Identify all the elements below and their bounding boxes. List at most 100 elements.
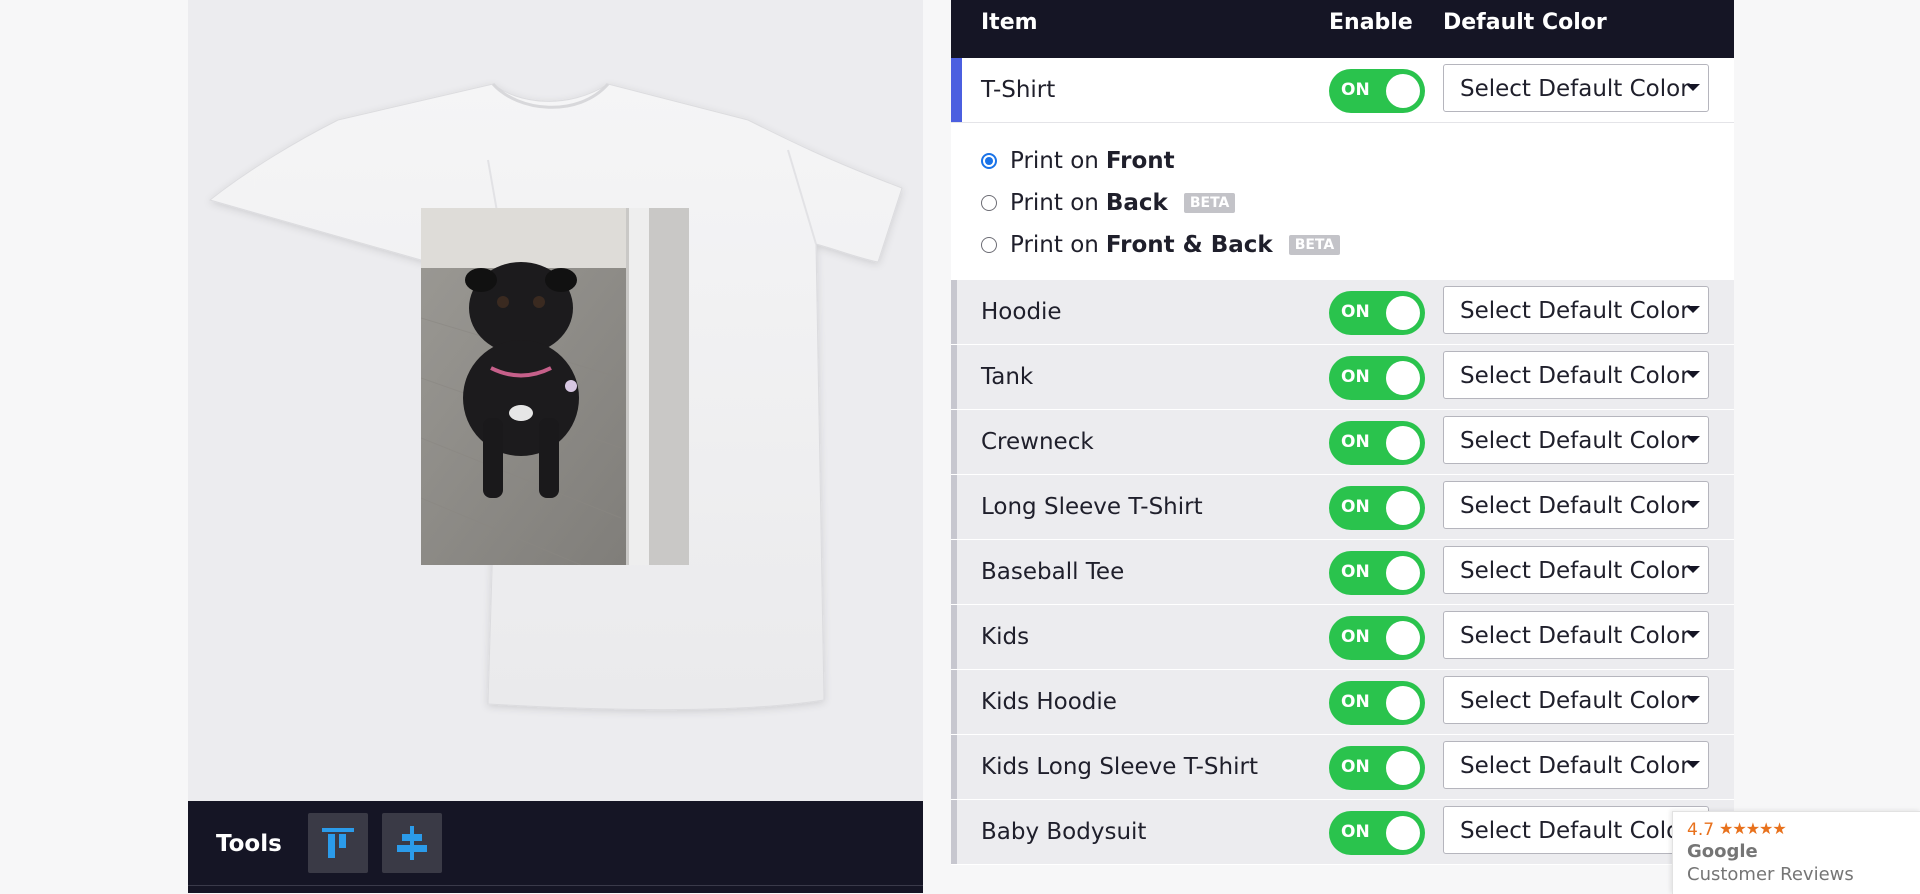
- toggle-label: ON: [1341, 627, 1370, 647]
- enable-toggle[interactable]: ON: [1329, 616, 1425, 660]
- row-label: Tank: [981, 364, 1034, 390]
- row-label: T-Shirt: [981, 77, 1056, 103]
- select-placeholder: Select Default Color: [1460, 76, 1690, 102]
- badge-label: Customer Reviews: [1687, 864, 1854, 885]
- radio-button[interactable]: [981, 237, 997, 253]
- toggle-label: ON: [1341, 757, 1370, 777]
- row-label: Kids Hoodie: [981, 689, 1117, 715]
- enable-toggle[interactable]: ON: [1329, 356, 1425, 400]
- default-color-select[interactable]: Select Default Color: [1443, 611, 1709, 659]
- select-placeholder: Select Default Color: [1460, 688, 1690, 714]
- enable-toggle[interactable]: ON: [1329, 811, 1425, 855]
- table-row-baseball-tee[interactable]: Baseball Tee ON Select Default Color: [951, 540, 1734, 605]
- design-photo-pug[interactable]: [421, 208, 689, 565]
- select-placeholder: Select Default Color: [1460, 753, 1690, 779]
- row-label: Kids Long Sleeve T-Shirt: [981, 754, 1258, 780]
- align-top-icon: [322, 828, 354, 858]
- google-customer-reviews-badge[interactable]: 4.7 ★★★★★ Google Customer Reviews: [1672, 811, 1920, 894]
- toggle-knob: [1386, 556, 1420, 590]
- toggle-knob: [1386, 491, 1420, 525]
- print-option-prefix: Print on: [1010, 190, 1099, 216]
- table-row-tank[interactable]: Tank ON Select Default Color: [951, 345, 1734, 410]
- default-color-select[interactable]: Select Default Color: [1443, 351, 1709, 399]
- tools-bar: Tools: [188, 801, 923, 893]
- enable-toggle[interactable]: ON: [1329, 551, 1425, 595]
- caret-down-icon: [1686, 696, 1700, 703]
- toggle-knob: [1386, 296, 1420, 330]
- caret-down-icon: [1686, 761, 1700, 768]
- print-option-side: Front: [1105, 148, 1175, 174]
- row-label: Kids: [981, 624, 1030, 650]
- toggle-label: ON: [1341, 562, 1370, 582]
- caret-down-icon: [1686, 631, 1700, 638]
- caret-down-icon: [1686, 371, 1700, 378]
- align-center-icon: [397, 826, 427, 860]
- print-options: Print on Front Print on Back BETA Print …: [951, 123, 1734, 280]
- print-option-front[interactable]: Print on Front: [981, 145, 1175, 177]
- toggle-knob: [1386, 686, 1420, 720]
- caret-down-icon: [1686, 306, 1700, 313]
- enable-toggle[interactable]: ON: [1329, 421, 1425, 465]
- enable-toggle[interactable]: ON: [1329, 291, 1425, 335]
- beta-badge: BETA: [1183, 193, 1236, 213]
- enable-toggle[interactable]: ON: [1329, 681, 1425, 725]
- toggle-knob: [1386, 751, 1420, 785]
- product-table: Item Enable Default Color T-Shirt ON Sel…: [951, 0, 1734, 865]
- toggle-knob: [1386, 361, 1420, 395]
- table-row-crewneck[interactable]: Crewneck ON Select Default Color: [951, 410, 1734, 475]
- table-row-kids-hoodie[interactable]: Kids Hoodie ON Select Default Color: [951, 670, 1734, 735]
- row-label: Crewneck: [981, 429, 1094, 455]
- enable-toggle[interactable]: ON: [1329, 746, 1425, 790]
- select-placeholder: Select Default Color: [1460, 558, 1690, 584]
- default-color-select[interactable]: Select Default Color: [1443, 546, 1709, 594]
- radio-button[interactable]: [981, 153, 997, 169]
- print-option-side: Back: [1105, 190, 1168, 216]
- toggle-label: ON: [1341, 822, 1370, 842]
- toggle-knob: [1386, 74, 1420, 108]
- enable-toggle[interactable]: ON: [1329, 486, 1425, 530]
- default-color-select[interactable]: Select Default Color: [1443, 416, 1709, 464]
- default-color-select[interactable]: Select Default Color: [1443, 741, 1709, 789]
- select-placeholder: Select Default Color: [1460, 363, 1690, 389]
- align-top-button[interactable]: [308, 813, 368, 873]
- select-placeholder: Select Default Color: [1460, 493, 1690, 519]
- default-color-select[interactable]: Select Default Color: [1443, 286, 1709, 334]
- print-option-front-and-back[interactable]: Print on Front & Back BETA: [981, 229, 1341, 261]
- default-color-select[interactable]: Select Default Color: [1443, 481, 1709, 529]
- align-center-button[interactable]: [382, 813, 442, 873]
- row-label: Hoodie: [981, 299, 1062, 325]
- toggle-label: ON: [1341, 432, 1370, 452]
- default-color-select[interactable]: Select Default Color: [1443, 64, 1709, 112]
- toggle-knob: [1386, 426, 1420, 460]
- radio-button[interactable]: [981, 195, 997, 211]
- badge-brand: Google: [1687, 841, 1758, 862]
- toggle-label: ON: [1341, 367, 1370, 387]
- default-color-select[interactable]: Select Default Color: [1443, 676, 1709, 724]
- caret-down-icon: [1686, 84, 1700, 91]
- column-header-item: Item: [981, 10, 1038, 35]
- select-placeholder: Select Default Color: [1460, 818, 1690, 844]
- product-preview: [188, 0, 923, 801]
- caret-down-icon: [1686, 566, 1700, 573]
- table-row-long-sleeve-tshirt[interactable]: Long Sleeve T-Shirt ON Select Default Co…: [951, 475, 1734, 540]
- column-header-default-color: Default Color: [1443, 10, 1607, 35]
- enable-toggle[interactable]: ON: [1329, 69, 1425, 113]
- caret-down-icon: [1686, 501, 1700, 508]
- table-row-tshirt[interactable]: T-Shirt ON Select Default Color: [951, 58, 1734, 123]
- tools-divider: [188, 885, 923, 886]
- table-header: Item Enable Default Color: [951, 0, 1734, 58]
- row-label: Long Sleeve T-Shirt: [981, 494, 1203, 520]
- default-color-select[interactable]: Select Default Color: [1443, 806, 1709, 854]
- print-option-back[interactable]: Print on Back BETA: [981, 187, 1236, 219]
- row-label: Baby Bodysuit: [981, 819, 1147, 845]
- print-option-prefix: Print on: [1010, 148, 1099, 174]
- table-row-baby-bodysuit[interactable]: Baby Bodysuit ON Select Default Color: [951, 800, 1734, 865]
- tools-label: Tools: [216, 831, 282, 857]
- caret-down-icon: [1686, 436, 1700, 443]
- select-placeholder: Select Default Color: [1460, 298, 1690, 324]
- table-row-hoodie[interactable]: Hoodie ON Select Default Color: [951, 280, 1734, 345]
- select-placeholder: Select Default Color: [1460, 428, 1690, 454]
- table-row-kids-long-sleeve-tshirt[interactable]: Kids Long Sleeve T-Shirt ON Select Defau…: [951, 735, 1734, 800]
- table-row-kids[interactable]: Kids ON Select Default Color: [951, 605, 1734, 670]
- row-label: Baseball Tee: [981, 559, 1125, 585]
